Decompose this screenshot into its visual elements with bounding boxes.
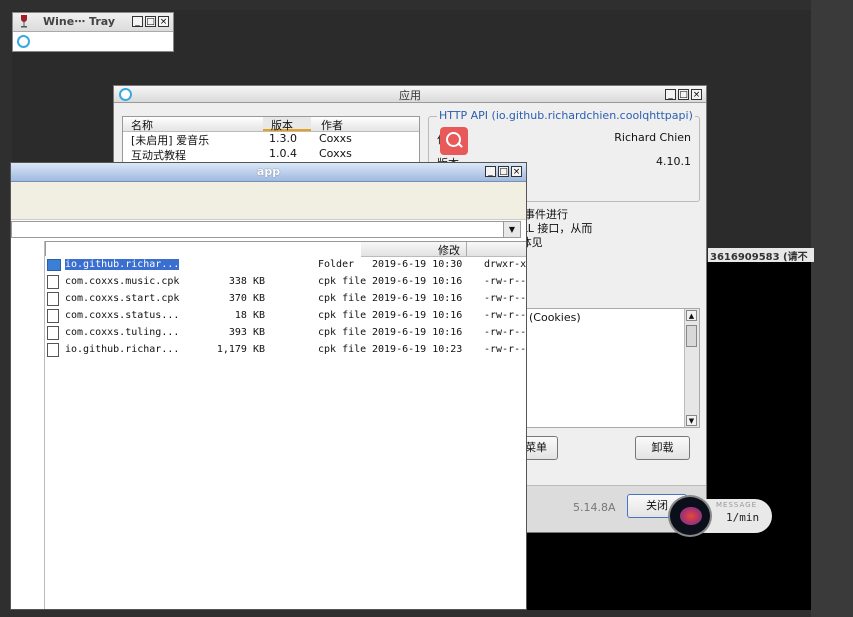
file-size: 18 KB [234, 310, 265, 321]
file-size: 1,179 KB [216, 344, 265, 355]
plugin-version: 1.3.0 [269, 132, 297, 145]
wine-glass-icon [21, 15, 27, 28]
file-row[interactable]: com.coxxs.tuling... 393 KB cpk file 2019-6-… [47, 325, 527, 342]
minimize-button[interactable]: _ [485, 166, 496, 177]
permission-item[interactable]: (Cookies) [529, 311, 581, 324]
close-button[interactable]: × [511, 166, 522, 177]
tray-title: Wine⋯ Tray [43, 15, 115, 28]
scroll-thumb[interactable] [686, 325, 697, 347]
file-window-title: app [256, 165, 281, 178]
plugin-name: 互动式教程 [131, 149, 186, 162]
file-perm: -rw-r-- [484, 344, 527, 355]
file-size: 338 KB [228, 276, 265, 287]
table-row[interactable]: 互动式教程 1.0.4 Coxxs [123, 147, 419, 162]
col-modified[interactable]: 修改 [438, 242, 460, 258]
close-button[interactable]: × [158, 16, 169, 27]
desktop-edge [811, 0, 853, 617]
file-name: com.coxxs.start.cpk [65, 293, 180, 304]
file-type: cpk file [318, 344, 367, 355]
tray-title-bar[interactable]: Wine⋯ Tray _ □ × [13, 13, 173, 32]
file-type: cpk file [318, 293, 367, 304]
file-perm: -rw-r-- [484, 293, 527, 304]
message-rate-widget: MESSAGE 1/min [668, 495, 772, 537]
file-title-bar[interactable]: app _ □ × [11, 163, 526, 182]
plugin-version: 1.0.4 [269, 147, 297, 160]
version-value: 4.10.1 [656, 155, 691, 168]
file-size: 393 KB [228, 327, 265, 338]
file-date: 2019-6-19 10:16 [372, 276, 463, 287]
file-type: Folder [318, 259, 355, 270]
message-rate: 1/min [726, 511, 760, 524]
scroll-down-icon[interactable]: ▼ [686, 415, 697, 426]
app-title-bar[interactable]: 应用 _ □ × [114, 86, 706, 103]
file-name: com.coxxs.tuling... [65, 327, 180, 338]
plugin-detail-title: HTTP API (io.github.richardchien.coolqht… [437, 109, 695, 122]
message-label: MESSAGE [716, 501, 757, 509]
file-date: 2019-6-19 10:16 [372, 310, 463, 321]
table-header: 名称 版本 作者 [123, 117, 419, 132]
file-type: cpk file [318, 310, 367, 321]
qq-number-label: 3616909583 (请不 [708, 248, 814, 262]
search-icon[interactable] [440, 127, 468, 155]
file-row[interactable]: com.coxxs.status... 18 KB cpk file 2019-6-1… [47, 308, 527, 325]
plugin-name: [未启用] 爱音乐 [131, 134, 210, 147]
minimize-button[interactable]: _ [132, 16, 143, 27]
plugin-author: Coxxs [319, 132, 352, 145]
file-size: 370 KB [228, 293, 265, 304]
file-icon [47, 309, 59, 323]
table-row[interactable]: [未启用] 爱音乐 1.3.0 Coxxs [123, 132, 419, 147]
app-window-title: 应用 [399, 89, 421, 102]
file-date: 2019-6-19 10:16 [372, 327, 463, 338]
folder-icon [47, 259, 61, 271]
file-type: cpk file [318, 327, 367, 338]
file-name: io.github.richar... [65, 344, 180, 355]
chevron-down-icon[interactable]: ▼ [503, 222, 520, 237]
close-button[interactable]: × [691, 89, 702, 100]
file-perm: -rw-r-- [484, 276, 527, 287]
col-version[interactable]: 版本 [263, 117, 311, 132]
file-row[interactable]: com.coxxs.music.cpk 338 KB cpk file 2019-6-… [47, 274, 527, 291]
file-list-header: 修改 [45, 241, 526, 257]
maximize-button[interactable]: □ [498, 166, 509, 177]
file-icon [47, 292, 59, 306]
file-name: com.coxxs.music.cpk [65, 276, 180, 287]
file-date: 2019-6-19 10:16 [372, 293, 463, 304]
file-browser-window: app _ □ × ▼ 修改 io.github.richar... Folder… [10, 162, 527, 610]
vertical-scrollbar[interactable]: ▲ ▼ [684, 309, 699, 427]
file-icon [47, 275, 59, 289]
file-row[interactable]: com.coxxs.start.cpk 370 KB cpk file 2019-6-… [47, 291, 527, 308]
uninstall-button[interactable]: 卸载 [635, 436, 690, 460]
file-icon [47, 326, 59, 340]
minimize-button[interactable]: _ [665, 89, 676, 100]
folder-tree-pane[interactable] [11, 241, 45, 609]
author-value: Richard Chien [614, 131, 691, 144]
column-header-bar: 修改 [361, 242, 526, 257]
file-type: cpk file [318, 276, 367, 287]
plugin-author: Coxxs [319, 147, 352, 160]
file-date: 2019-6-19 10:23 [372, 344, 463, 355]
maximize-button[interactable]: □ [145, 16, 156, 27]
file-name: com.coxxs.status... [65, 310, 180, 321]
maximize-button[interactable]: □ [678, 89, 689, 100]
toolbar [11, 182, 526, 220]
file-name: io.github.richar... [63, 258, 181, 271]
qq-tray-icon[interactable] [17, 35, 30, 48]
file-perm: -rw-r-- [484, 310, 527, 321]
col-name[interactable]: 名称 [131, 117, 153, 133]
column-divider [466, 242, 467, 256]
col-author[interactable]: 作者 [321, 117, 343, 133]
brain-icon [680, 507, 702, 525]
path-combobox[interactable]: ▼ [11, 221, 521, 238]
file-perm: drwxr-x [484, 259, 527, 270]
file-row[interactable]: io.github.richar... 1,179 KB cpk file 2019-… [47, 342, 527, 359]
message-avatar[interactable] [668, 495, 712, 537]
file-row[interactable]: io.github.richar... Folder 2019-6-19 10:30… [47, 257, 527, 274]
footer-version: 5.14.8A [573, 501, 616, 514]
file-date: 2019-6-19 10:30 [372, 259, 463, 270]
file-icon [47, 343, 59, 357]
file-perm: -rw-r-- [484, 327, 527, 338]
wine-tray-window: Wine⋯ Tray _ □ × [12, 12, 174, 52]
scroll-up-icon[interactable]: ▲ [686, 310, 697, 321]
